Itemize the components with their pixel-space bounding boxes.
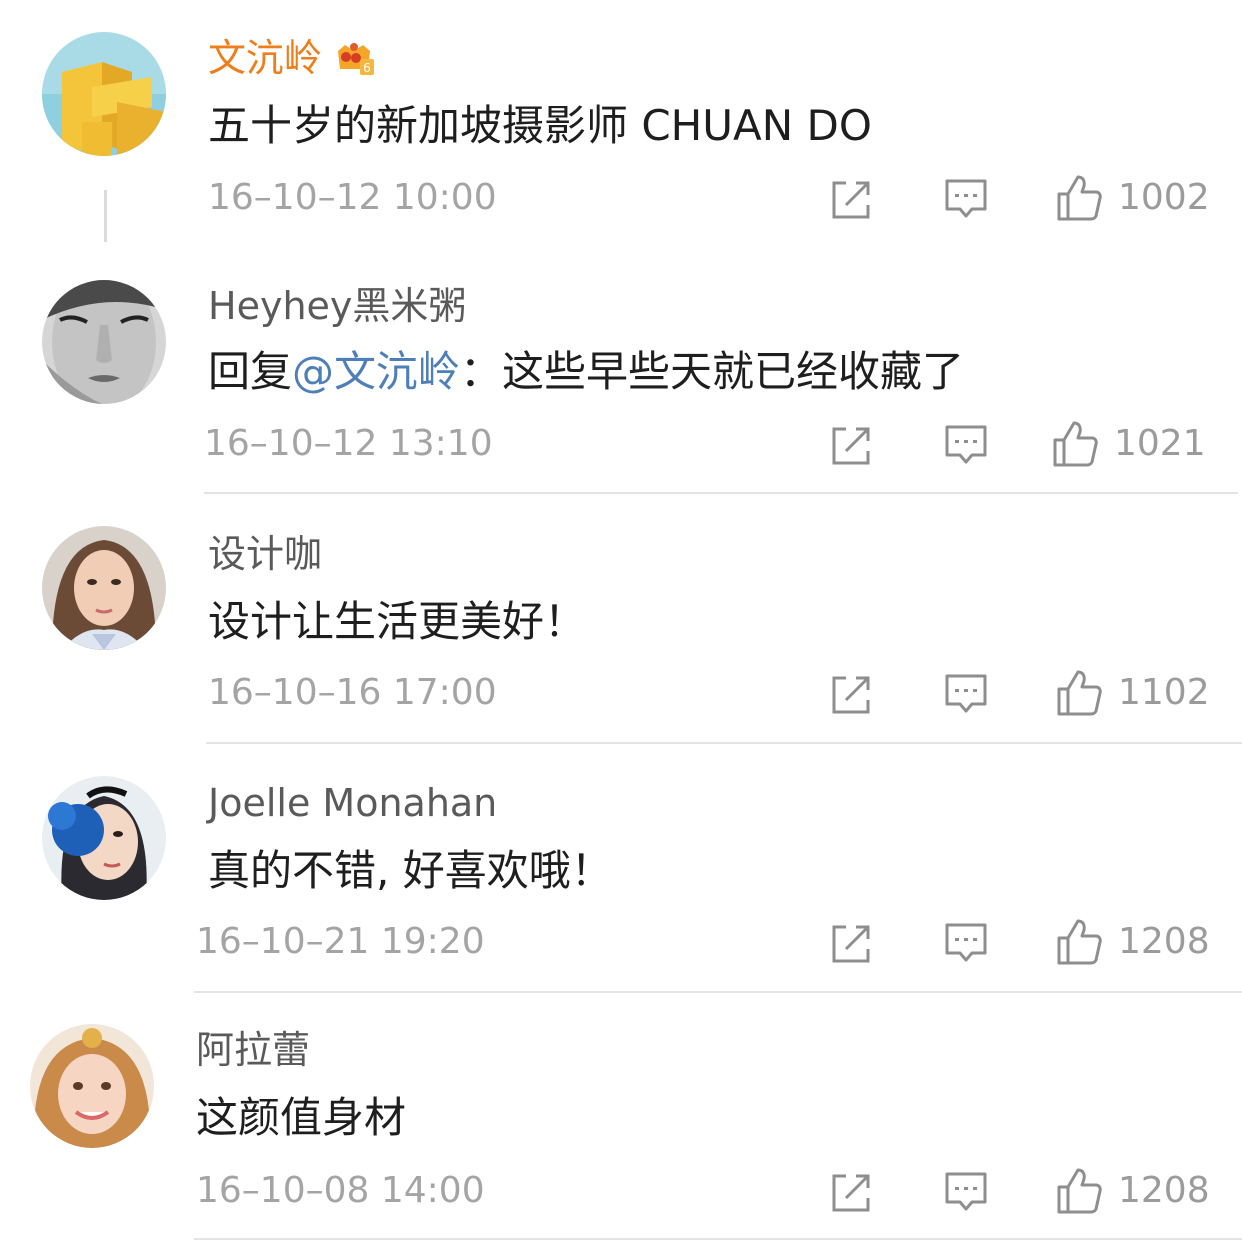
- comment-time: 16–10–16 17:00: [208, 672, 497, 713]
- comment-icon[interactable]: [944, 177, 988, 221]
- avatar[interactable]: [42, 776, 166, 900]
- comment-icon[interactable]: [944, 1170, 988, 1214]
- comment-icon[interactable]: [944, 423, 988, 467]
- avatar[interactable]: [42, 32, 166, 156]
- reply-text: ：这些早些天就已经收藏了: [460, 347, 965, 396]
- crown-icon: 6: [332, 35, 376, 79]
- comment-text: 真的不错, 好喜欢哦！: [208, 846, 613, 895]
- thumbs-up-icon: [1056, 1167, 1102, 1215]
- comment-time: 16–10–12 10:00: [208, 177, 497, 218]
- comment-icon[interactable]: [944, 672, 988, 716]
- like-count: 1002: [1118, 177, 1210, 218]
- author-name[interactable]: 阿拉蕾: [196, 1026, 310, 1074]
- like-count: 1208: [1118, 1170, 1210, 1211]
- author-name[interactable]: 文沆岭 6: [208, 34, 376, 83]
- forward-icon[interactable]: [830, 921, 874, 965]
- vip-level-badge: 6: [363, 61, 371, 75]
- divider: [194, 991, 1242, 993]
- comment-text: 设计让生活更美好！: [208, 597, 587, 646]
- author-name[interactable]: 设计咖: [208, 530, 322, 578]
- comment-time: 16–10–21 19:20: [196, 921, 485, 962]
- avatar[interactable]: [42, 280, 166, 404]
- thumbs-up-icon: [1056, 669, 1102, 717]
- avatar[interactable]: [30, 1024, 154, 1148]
- thumbs-up-icon: [1056, 174, 1102, 222]
- divider: [194, 1238, 1242, 1240]
- comment-time: 16–10–12 13:10: [204, 423, 493, 464]
- like-count: 1102: [1118, 672, 1210, 713]
- mention-link[interactable]: @文沆岭: [292, 347, 460, 396]
- comment-text: 五十岁的新加坡摄影师 CHUAN DO: [208, 101, 872, 150]
- like-count: 1208: [1118, 921, 1210, 962]
- comment-text: 回复@文沆岭：这些早些天就已经收藏了: [208, 346, 964, 398]
- author-name[interactable]: Joelle Monahan: [208, 779, 497, 827]
- divider: [206, 742, 1242, 744]
- avatar[interactable]: [42, 526, 166, 650]
- like-count: 1021: [1114, 423, 1206, 464]
- forward-icon[interactable]: [830, 1170, 874, 1214]
- forward-icon[interactable]: [830, 423, 874, 467]
- comment-text: 这颜值身材: [196, 1093, 407, 1142]
- divider: [204, 492, 1238, 494]
- thumbs-up-icon: [1056, 918, 1102, 966]
- reply-prefix: 回复: [208, 347, 293, 396]
- author-name-text[interactable]: 文沆岭: [208, 36, 322, 80]
- comment-time: 16–10–08 14:00: [196, 1170, 485, 1211]
- thread-line: [104, 190, 107, 242]
- thumbs-up-icon: [1052, 420, 1098, 468]
- author-name[interactable]: Heyhey黑米粥: [208, 282, 466, 330]
- forward-icon[interactable]: [830, 177, 874, 221]
- comment-icon[interactable]: [944, 921, 988, 965]
- forward-icon[interactable]: [830, 672, 874, 716]
